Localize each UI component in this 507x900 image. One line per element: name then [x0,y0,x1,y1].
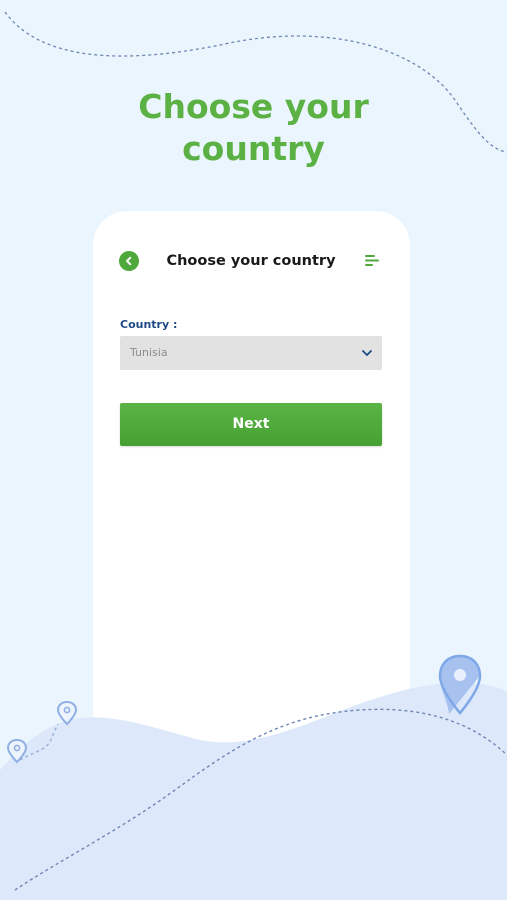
country-select-value: Tunisia [130,346,168,359]
country-field-label: Country : [120,318,178,331]
country-select[interactable]: Tunisia [120,336,382,370]
next-button[interactable]: Next [120,403,382,446]
menu-lines-icon[interactable] [365,254,379,267]
phone-mockup: Choose your country Country : Tunisia Ne… [93,211,410,771]
chevron-left-icon [126,256,132,266]
screen-title: Choose your country [166,253,336,269]
back-button[interactable] [119,251,139,271]
headline-line-2: country [182,129,325,168]
headline-line-1: Choose your [138,87,369,126]
page-headline: Choose your country [0,86,507,170]
chevron-down-icon [362,350,372,356]
